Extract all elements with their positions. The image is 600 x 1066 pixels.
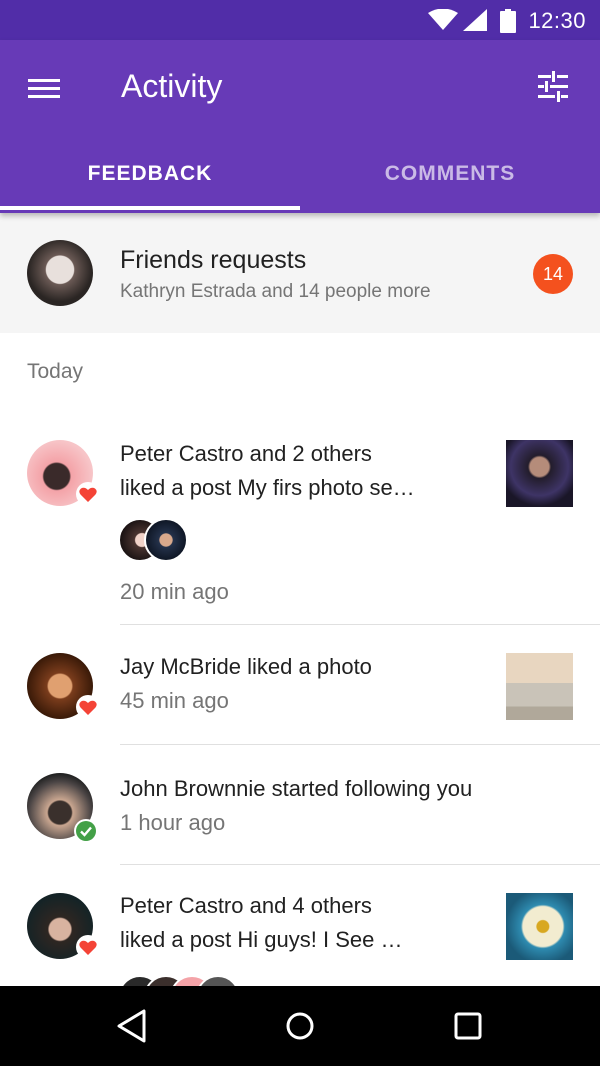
filter-settings-icon[interactable] xyxy=(536,70,570,104)
post-thumbnail[interactable] xyxy=(506,893,573,960)
notification-time: 1 hour ago xyxy=(120,810,226,835)
friend-requests-subtitle: Kathryn Estrada and 14 people more xyxy=(120,281,431,302)
notification-text: Jay McBride liked a photo xyxy=(120,654,372,679)
menu-icon[interactable] xyxy=(28,74,64,104)
back-icon[interactable] xyxy=(114,1006,154,1046)
notification-item[interactable]: John Brownnie started following you 1 ho… xyxy=(0,745,600,865)
navigation-bar xyxy=(0,986,600,1066)
recent-apps-icon[interactable] xyxy=(448,1006,488,1046)
notification-text-line2: liked a post Hi guys! I See … xyxy=(120,927,403,952)
page-title: Activity xyxy=(121,68,223,104)
status-bar: 12:30 xyxy=(0,0,600,40)
notification-item[interactable]: Peter Castro and 4 others liked a post H… xyxy=(0,865,600,986)
avatar xyxy=(144,518,188,562)
heart-icon xyxy=(76,935,100,959)
avatar xyxy=(27,240,93,306)
notification-text: Peter Castro and 4 others xyxy=(120,893,372,918)
wifi-icon xyxy=(428,9,458,30)
user-name[interactable]: Peter Castro xyxy=(120,441,244,466)
requests-count-badge: 14 xyxy=(533,254,573,294)
section-header: Today xyxy=(27,360,84,383)
post-thumbnail[interactable] xyxy=(506,440,573,507)
tab-comments[interactable]: COMMENTS xyxy=(300,140,600,210)
heart-icon xyxy=(76,695,100,719)
friend-requests-row[interactable]: Friends requests Kathryn Estrada and 14 … xyxy=(0,213,600,333)
friend-requests-title: Friends requests xyxy=(120,246,307,274)
tab-comments-label: COMMENTS xyxy=(384,162,516,185)
user-name[interactable]: Jay McBride xyxy=(120,654,241,679)
tab-feedback-label: FEEDBACK xyxy=(87,162,213,185)
notification-item[interactable]: Peter Castro and 2 others liked a post M… xyxy=(0,410,600,625)
check-icon xyxy=(74,819,98,843)
signal-icon xyxy=(463,9,487,31)
notification-time: 20 min ago xyxy=(120,579,229,604)
tab-feedback[interactable]: FEEDBACK xyxy=(0,140,300,210)
avatar xyxy=(196,975,240,986)
notification-text: Peter Castro and 2 others xyxy=(120,441,372,466)
home-icon[interactable] xyxy=(280,1006,320,1046)
battery-icon xyxy=(500,9,516,33)
post-thumbnail[interactable] xyxy=(506,653,573,720)
heart-icon xyxy=(76,482,100,506)
status-time: 12:30 xyxy=(528,8,586,33)
notification-text-line2: liked a post My firs photo se… xyxy=(120,475,415,500)
app-bar: Activity FEEDBACK COMMENTS xyxy=(0,40,600,213)
notification-item[interactable]: Jay McBride liked a photo 45 min ago xyxy=(0,625,600,745)
user-name[interactable]: Peter Castro xyxy=(120,893,244,918)
notification-time: 45 min ago xyxy=(120,688,229,713)
user-name[interactable]: John Brownnie xyxy=(120,776,266,801)
active-tab-indicator xyxy=(0,206,300,210)
notification-text: John Brownnie started following you xyxy=(120,776,473,801)
